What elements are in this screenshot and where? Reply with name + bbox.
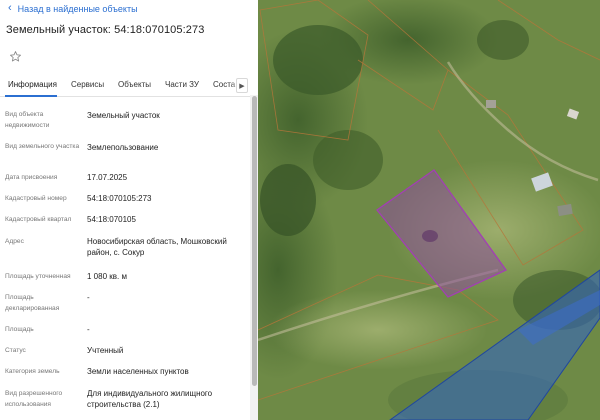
page-title: Земельный участок: 54:18:070105:273 — [6, 24, 205, 36]
property-label: Дата присвоения — [5, 174, 58, 181]
property-label: Адрес — [5, 238, 24, 245]
active-tab-indicator — [5, 95, 57, 97]
property-label: Категория земель — [5, 368, 60, 375]
property-label: Вид земельного участка — [5, 143, 80, 150]
property-label: Площадь — [5, 326, 34, 333]
property-value: Земельный участок — [87, 111, 160, 120]
property-label: Вид разрешенного использования — [5, 390, 63, 408]
tab-info[interactable]: Информация — [8, 80, 57, 89]
property-value: Землепользование — [87, 143, 159, 152]
property-value: Для индивидуального жилищного строительс… — [87, 389, 213, 409]
property-label: Кадастровый квартал — [5, 216, 72, 223]
parcel-shadow — [422, 230, 438, 242]
tabs-scroll-right-button[interactable]: ▶ — [236, 78, 248, 93]
tab-parts[interactable]: Части ЗУ — [165, 80, 199, 89]
property-label: Кадастровый номер — [5, 195, 67, 202]
property-label: Вид объекта недвижимости — [5, 111, 50, 129]
tab-bar: Информация Сервисы Объекты Части ЗУ Сост… — [0, 76, 258, 97]
back-link-label: Назад в найденные объекты — [17, 3, 138, 14]
property-value: - — [87, 293, 90, 302]
property-value: 54:18:070105:273 — [87, 194, 152, 203]
info-panel: ‹ Назад в найденные объекты Земельный уч… — [0, 0, 258, 420]
property-value: Земли населенных пунктов — [87, 367, 189, 376]
scrollbar-thumb[interactable] — [252, 96, 257, 386]
property-value: Новосибирская область, Мошковский район,… — [87, 237, 227, 257]
tab-objects[interactable]: Объекты — [118, 80, 151, 89]
tab-services[interactable]: Сервисы — [71, 80, 104, 89]
back-to-results-link[interactable]: ‹ Назад в найденные объекты — [8, 3, 138, 14]
property-value: 1 080 кв. м — [87, 272, 127, 281]
property-value: - — [87, 325, 90, 334]
property-value: 54:18:070105 — [87, 215, 136, 224]
property-value: Учтенный — [87, 346, 124, 355]
satellite-map[interactable] — [258, 0, 600, 420]
star-icon[interactable] — [9, 50, 22, 63]
chevron-right-icon: ▶ — [239, 82, 245, 90]
property-label: Площадь уточненная — [5, 273, 71, 280]
property-label: Площадь декларированная — [5, 294, 60, 312]
property-label: Статус — [5, 347, 26, 354]
chevron-left-icon: ‹ — [8, 2, 12, 14]
property-value: 17.07.2025 — [87, 173, 128, 182]
